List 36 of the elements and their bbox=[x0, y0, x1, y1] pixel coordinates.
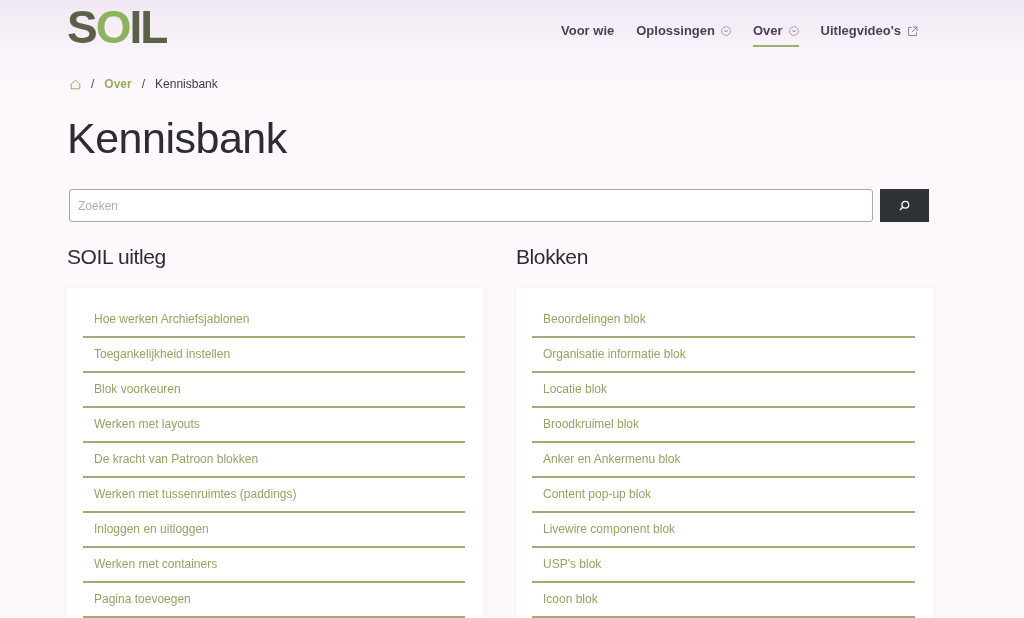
list-link[interactable]: USP's blok bbox=[532, 548, 915, 583]
search-icon bbox=[899, 200, 910, 211]
list-link[interactable]: Broodkruimel blok bbox=[532, 408, 915, 443]
nav-link[interactable]: Oplossingen bbox=[636, 0, 731, 47]
nav-link[interactable]: Voor wie bbox=[561, 0, 615, 47]
list-link[interactable]: Blok voorkeuren bbox=[83, 373, 465, 408]
section-heading: Blokken bbox=[516, 244, 589, 270]
list-link[interactable]: De kracht van Patroon blokken bbox=[83, 443, 465, 478]
search-button[interactable] bbox=[880, 189, 929, 222]
section-heading: SOIL uitleg bbox=[67, 244, 167, 270]
list-link[interactable]: Werken met layouts bbox=[83, 408, 465, 443]
list-link[interactable]: Toegankelijkheid instellen bbox=[83, 338, 465, 373]
list-link[interactable]: Content pop-up blok bbox=[532, 478, 915, 513]
list-link[interactable]: Hoe werken Archiefsjablonen bbox=[83, 303, 465, 338]
list-link[interactable]: Icoon blok bbox=[532, 583, 915, 618]
chevron-down-icon bbox=[720, 26, 731, 36]
logo[interactable]: SOIL bbox=[67, 4, 167, 50]
list-link[interactable]: Werken met tussenruimtes (paddings) bbox=[83, 478, 465, 513]
breadcrumb-link[interactable]: Over bbox=[104, 77, 132, 91]
nav-link[interactable]: Uitlegvideo's bbox=[820, 0, 918, 47]
search-field[interactable]: Zoeken bbox=[69, 189, 873, 222]
page-title: Kennisbank bbox=[67, 113, 288, 163]
list-link[interactable]: Livewire component blok bbox=[532, 513, 915, 548]
external-link-icon bbox=[907, 25, 918, 37]
list-link[interactable]: Pagina toevoegen bbox=[83, 583, 465, 618]
chevron-down-icon bbox=[788, 26, 799, 36]
list-link[interactable]: Inloggen en uitloggen bbox=[83, 513, 465, 548]
breadcrumb-separator: / bbox=[141, 77, 146, 91]
list-link[interactable]: Anker en Ankermenu blok bbox=[532, 443, 915, 478]
list-link[interactable]: Werken met containers bbox=[83, 548, 465, 583]
list-link[interactable]: Beoordelingen blok bbox=[532, 303, 915, 338]
list-link[interactable]: Locatie blok bbox=[532, 373, 915, 408]
nav-link[interactable]: Over bbox=[752, 0, 799, 47]
list-link[interactable]: Organisatie informatie blok bbox=[532, 338, 915, 373]
breadcrumb-separator: / bbox=[91, 77, 95, 91]
breadcrumb-current: Kennisbank bbox=[155, 77, 218, 91]
